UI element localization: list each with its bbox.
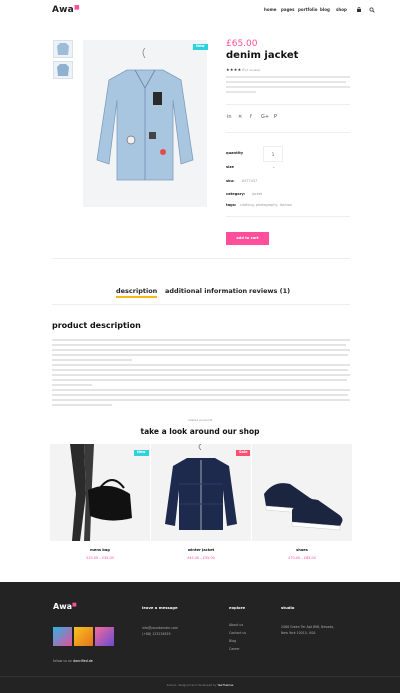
add-to-cart-button[interactable]: add to cart [226,232,269,245]
description-text-line [52,344,346,346]
product-price: £65.00 [226,39,258,49]
product-card-price: £25.00 – £35.00 [86,556,114,560]
description-text-line [52,404,112,406]
description-text-line [52,399,350,401]
footer-phone: (+88) 123234929 [142,632,171,636]
footer-logo[interactable]: Awa■ [53,603,77,611]
product-main-image[interactable] [83,40,207,207]
cart-icon[interactable] [356,6,362,13]
quantity-stepper[interactable]: 1 [263,146,283,162]
short-description-line [226,86,350,88]
tags-label: tags: [226,203,237,207]
follow-text: follow us on dancified.de [53,659,93,663]
site-logo[interactable]: Awa■ [52,5,80,15]
leave-message-heading: leave a message [142,605,178,610]
description-text-line [52,374,350,376]
description-text-line [52,354,348,356]
divider [226,216,350,217]
instagram-thumb[interactable] [74,627,93,646]
sku-label: sku: [226,179,235,183]
footer-email[interactable]: info@yourdomain.com [142,626,178,630]
divider [226,132,350,133]
google-plus-icon[interactable]: G+ [261,114,269,120]
footer-link[interactable]: Contact us [229,631,246,635]
studio-heading: studio [281,605,295,610]
nav-pages[interactable]: pages [281,8,295,12]
description-text-line [52,359,132,361]
size-label: size [226,165,234,169]
tab-reviews[interactable]: reviews (1) [249,288,290,295]
pinterest-icon[interactable]: P [274,114,277,120]
reviews-count[interactable]: (3 review) [245,69,260,72]
category-label: category: [226,192,246,196]
divider [52,258,350,259]
facebook-icon[interactable]: f [250,114,252,120]
product-card-name[interactable]: shoes [252,548,352,553]
sku-value: AST7437 [242,179,258,183]
quantity-label: quantity [226,151,244,155]
product-card-price: £45.00 – £55.00 [187,556,215,560]
product-card-name[interactable]: mens bag [50,548,150,553]
nav-shop[interactable]: shop [336,8,347,12]
new-badge: New [134,450,149,456]
tags-value[interactable]: clothing, photography, fashion [240,203,292,207]
related-title: take a look around our shop [140,427,260,436]
description-title: product description [52,321,141,330]
explore-heading: explore [229,605,246,610]
description-text-line [52,364,350,366]
twitter-icon[interactable]: ✕ [238,114,242,120]
short-description-line [226,76,350,78]
studio-address-line: New York 10010, USA [281,631,316,635]
product-thumbnail[interactable] [53,61,73,79]
product-title: denim jacket [226,50,299,61]
search-icon[interactable] [369,7,375,13]
studio-address-line: 2086 Green Ter Apt 896, Nevada, [281,625,335,629]
related-kicker: related products [187,418,213,422]
nav-blog[interactable]: blog [320,8,330,12]
product-thumbnail[interactable] [53,40,73,58]
footer-link[interactable]: About us [229,623,243,627]
footer-link[interactable]: Career [229,647,240,651]
description-text-line [52,389,350,391]
description-text-line [52,339,350,341]
footer-divider [0,676,400,677]
sale-badge: Sale [236,450,251,456]
description-text-line [52,379,347,381]
description-text-line [52,394,348,396]
short-description-line [226,81,346,83]
product-card-image[interactable] [151,443,251,541]
nav-home[interactable]: home [264,8,276,12]
description-text-line [52,369,348,371]
description-text-line [52,349,350,351]
size-select-arrow-icon[interactable]: ⌄ [272,165,275,169]
instagram-thumb[interactable] [53,627,72,646]
linkedin-icon[interactable]: in [227,114,232,120]
credits: Solaris, designed and developed by YaeTh… [166,683,234,687]
category-value[interactable]: jacket [252,192,262,196]
description-text-line [52,384,92,386]
new-badge: New [193,44,208,50]
footer-link[interactable]: Blog [229,639,236,643]
instagram-thumb[interactable] [95,627,114,646]
product-card-image[interactable] [252,444,352,541]
rating-stars: ★★★★☆ [226,67,246,72]
product-card-image[interactable] [50,444,150,541]
nav-portfolio[interactable]: portfolio [298,8,317,12]
tab-additional-information[interactable]: additional information [165,288,247,295]
divider [226,104,350,105]
product-card-price: £70.00 – £85.00 [288,556,316,560]
short-description-line [226,91,256,93]
tab-description[interactable]: description [116,288,158,298]
product-card-name[interactable]: winter jacket [151,548,251,553]
divider [52,304,350,305]
